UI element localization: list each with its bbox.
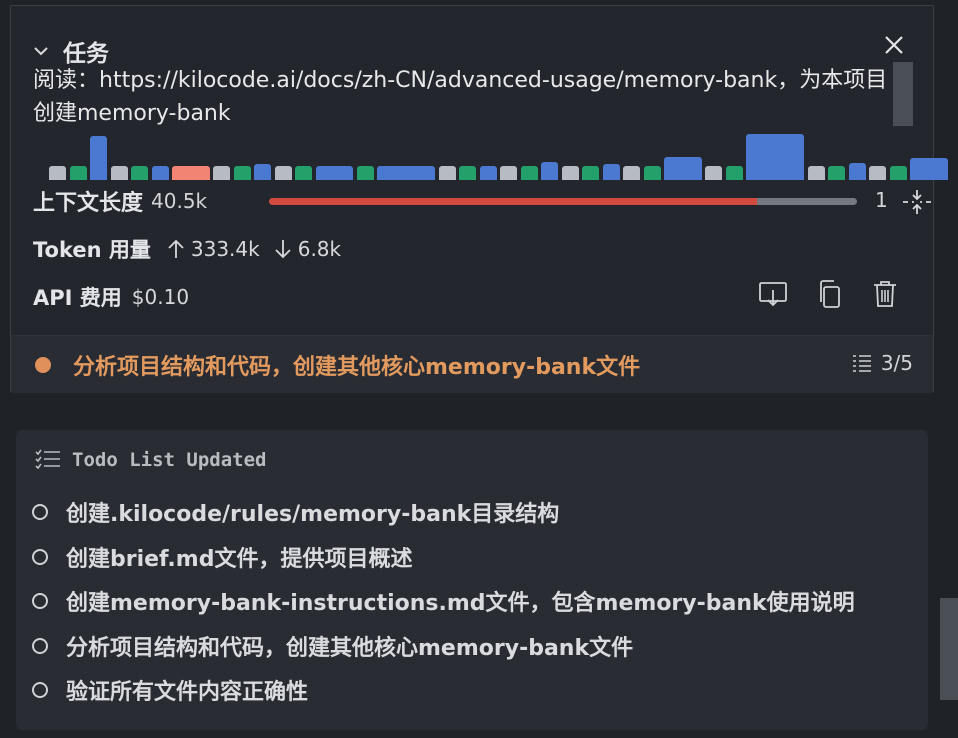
- context-bar: [131, 166, 148, 180]
- context-bar: [254, 164, 271, 180]
- context-bar: [213, 166, 230, 180]
- context-bar: [602, 164, 620, 180]
- todo-circle-icon: [32, 593, 48, 609]
- context-bar: [910, 158, 948, 180]
- trash-icon[interactable]: [869, 278, 901, 310]
- copy-icon[interactable]: [814, 278, 846, 310]
- context-usage-bars: [49, 134, 948, 180]
- context-bar: [356, 166, 374, 180]
- current-todo-bar[interactable]: 分析项目结构和代码，创建其他核心memory-bank文件 3/5: [11, 335, 933, 393]
- panel-scrollbar[interactable]: [940, 598, 958, 700]
- in-progress-dot-icon: [35, 357, 51, 373]
- list-icon: [852, 355, 871, 372]
- todo-item-text: 创建brief.md文件，提供项目概述: [66, 546, 413, 572]
- context-length-row: 上下文长度 40.5k 1: [33, 184, 931, 218]
- context-bar: [725, 166, 743, 180]
- todo-item-text: 创建.kilocode/rules/memory-bank目录结构: [66, 502, 560, 527]
- context-bar: [828, 166, 845, 180]
- export-icon[interactable]: [757, 278, 789, 310]
- context-bar: [623, 166, 640, 180]
- context-bar: [582, 166, 599, 180]
- todo-item: 验证所有文件内容正确性: [32, 674, 308, 706]
- context-bar: [315, 166, 353, 180]
- context-bar: [151, 166, 169, 180]
- context-bar: [233, 166, 251, 180]
- task-text-scrollbar[interactable]: [893, 62, 913, 126]
- token-usage-row: Token 用量 333.4k 6.8k: [33, 234, 341, 264]
- context-progress-bar: [269, 198, 857, 205]
- context-bar: [664, 157, 702, 180]
- close-icon[interactable]: [883, 34, 905, 56]
- task-card: 任务 阅读：https://kilocode.ai/docs/zh-CN/adv…: [10, 5, 948, 393]
- tokens-down-value: 6.8k: [297, 237, 342, 261]
- token-usage-label: Token 用量: [33, 238, 151, 262]
- context-bar: [643, 166, 661, 180]
- context-progress-fill: [269, 198, 758, 205]
- context-bar: [172, 166, 210, 180]
- current-todo-text: 分析项目结构和代码，创建其他核心memory-bank文件: [73, 355, 641, 380]
- context-bar: [869, 166, 886, 180]
- todo-item-text: 创建memory-bank-instructions.md文件，包含memory…: [66, 591, 855, 616]
- arrow-down-icon: [275, 240, 291, 259]
- condense-context-icon[interactable]: [901, 188, 933, 216]
- context-bar: [500, 166, 517, 180]
- context-bar: [49, 166, 66, 180]
- context-bar: [90, 136, 107, 180]
- todo-circle-icon: [32, 504, 48, 520]
- todo-item-text: 分析项目结构和代码，创建其他核心memory-bank文件: [66, 635, 634, 661]
- checklist-icon: [35, 449, 60, 470]
- api-cost-row: API 费用 $0.10: [33, 282, 189, 312]
- todo-circle-icon: [32, 637, 48, 654]
- todo-item: 创建brief.md文件，提供项目概述: [32, 541, 412, 573]
- api-cost-value: $0.10: [131, 285, 190, 309]
- task-description: 阅读：https://kilocode.ai/docs/zh-CN/advanc…: [33, 68, 888, 126]
- todo-item: 创建.kilocode/rules/memory-bank目录结构: [32, 496, 559, 528]
- task-header[interactable]: 任务: [33, 34, 109, 68]
- todo-list-title: Todo List Updated: [72, 449, 267, 471]
- chevron-down-icon[interactable]: [33, 43, 49, 59]
- context-bar: [520, 166, 538, 180]
- todo-list-card: Todo List Updated 创建.kilocode/rules/memo…: [16, 430, 928, 730]
- context-bar: [69, 166, 87, 180]
- context-bar: [295, 166, 312, 180]
- context-bar: [848, 163, 866, 180]
- tokens-up-value: 333.4k: [190, 237, 260, 261]
- arrow-up-icon: [168, 239, 184, 258]
- context-bar: [705, 166, 722, 180]
- context-bar: [274, 166, 292, 180]
- todo-item: 创建memory-bank-instructions.md文件，包含memory…: [32, 585, 855, 617]
- todo-progress[interactable]: 3/5: [851, 351, 913, 375]
- todo-item: 分析项目结构和代码，创建其他核心memory-bank文件: [32, 630, 633, 662]
- todo-circle-icon: [32, 548, 48, 565]
- context-bar: [377, 166, 435, 180]
- context-bar: [479, 166, 497, 180]
- todo-list-header: Todo List Updated: [34, 448, 266, 472]
- api-cost-label: API 费用: [33, 286, 122, 310]
- context-max-label: 1: [875, 188, 888, 212]
- context-length-label: 上下文长度: [33, 191, 144, 216]
- context-bar: [807, 166, 825, 180]
- context-bar: [561, 166, 579, 180]
- context-length-value: 40.5k: [151, 189, 208, 213]
- context-bar: [459, 166, 476, 180]
- context-bar: [438, 166, 456, 180]
- context-bar: [746, 134, 804, 180]
- context-bar: [541, 162, 558, 180]
- todo-item-text: 验证所有文件内容正确性: [66, 680, 309, 705]
- todo-circle-icon: [32, 682, 48, 698]
- context-bar: [889, 166, 907, 180]
- task-title: 任务: [63, 41, 109, 67]
- todo-count-label: 3/5: [880, 351, 913, 375]
- context-bar: [110, 166, 128, 180]
